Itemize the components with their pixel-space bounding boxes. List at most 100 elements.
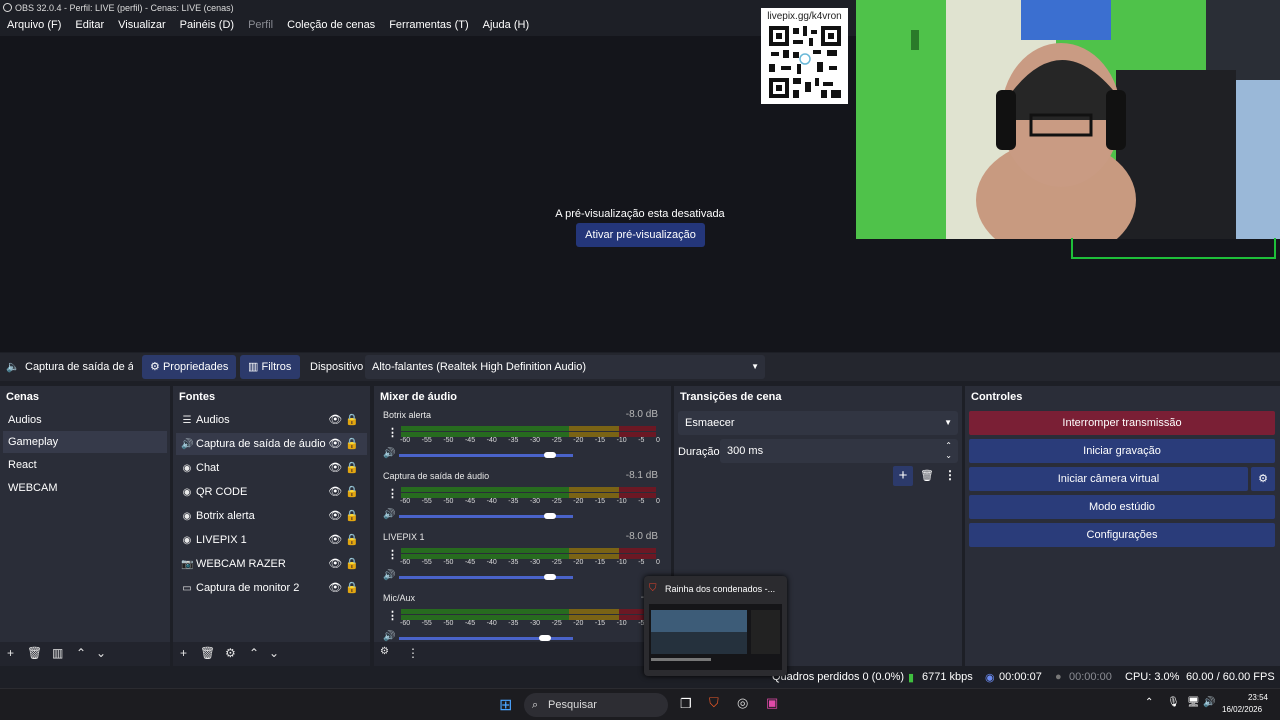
meter-tick: -30 <box>529 437 541 444</box>
app-taskbar-icon[interactable]: ▣ <box>766 695 778 711</box>
menu-ajuda[interactable]: Ajuda (H) <box>476 16 536 36</box>
eye-lock-icons[interactable]: 👁 🔒 <box>328 529 359 551</box>
trash-icon[interactable]: 🗑 <box>27 646 42 660</box>
add-icon[interactable]: + <box>7 646 14 660</box>
list-icon: ☰ <box>182 415 192 426</box>
filter-icon[interactable]: ▥ <box>52 646 63 660</box>
studio-mode-button[interactable]: Modo estúdio <box>969 495 1275 519</box>
eye-lock-icons[interactable]: 👁 🔒 <box>328 577 359 599</box>
source-item[interactable]: ◉ Chat 👁 🔒 <box>176 457 367 479</box>
meter-tick: -60 <box>400 498 411 505</box>
speaker-icon[interactable]: 🔊 <box>383 570 395 581</box>
chevron-up-icon[interactable]: ⌃ <box>1145 697 1153 708</box>
source-item[interactable]: 🔊 Captura de saída de áudio 👁 🔒 <box>176 433 367 455</box>
volume-icon[interactable]: 🔊 <box>1203 697 1215 708</box>
qr-code-overlay: livepix.gg/k4vron <box>761 8 848 104</box>
filters-label: Filtros <box>261 361 292 373</box>
spin-down-icon[interactable]: ⌄ <box>945 444 952 468</box>
mixer-channel: LIVEPIX 1 -8.0 dB ⋮ -60 -55 -50 -45 -40 -35 -30 -2… <box>378 531 662 592</box>
kebab-menu-icon[interactable]: ⋮ <box>387 609 398 622</box>
eye-lock-icons[interactable]: 👁 🔒 <box>328 457 359 479</box>
menu-visualizar[interactable]: Visualizar <box>111 16 173 36</box>
menu-editar[interactable]: Editar <box>68 16 111 36</box>
virtual-camera-settings-button[interactable]: ⚙ <box>1251 467 1275 491</box>
taskbar-date[interactable]: 16/02/2026 <box>1222 705 1262 714</box>
scene-item-react[interactable]: React <box>3 454 167 476</box>
source-item[interactable]: ◉ Botrix alerta 👁 🔒 <box>176 505 367 527</box>
speaker-icon[interactable]: 🔊 <box>383 509 395 520</box>
source-item[interactable]: ◉ LIVEPIX 1 👁 🔒 <box>176 529 367 551</box>
source-item[interactable]: 📷 WEBCAM RAZER 👁 🔒 <box>176 553 367 575</box>
settings-button[interactable]: Configurações <box>969 523 1275 547</box>
menu-colecao-cenas[interactable]: Coleção de cenas <box>280 16 382 36</box>
eye-lock-icons[interactable]: 👁 🔒 <box>328 553 359 575</box>
taskbar-time[interactable]: 23:54 <box>1240 693 1268 702</box>
meter-tick: 0 <box>655 559 660 566</box>
meter-tick: -20 <box>573 498 584 505</box>
device-select-value: Alto-falantes (Realtek High Definition A… <box>372 361 587 373</box>
taskbar-search[interactable]: ⌕ Pesquisar <box>524 693 668 717</box>
meter-tick: 0 <box>655 437 660 444</box>
kebab-menu-icon[interactable]: ⋮ <box>387 426 398 439</box>
task-view-icon[interactable]: ❐ <box>680 696 692 712</box>
obs-taskbar-icon[interactable]: ◎ <box>737 695 748 711</box>
trash-icon[interactable]: 🗑 <box>920 469 934 482</box>
gear-icon[interactable]: ⚙ <box>225 646 236 660</box>
scene-item-webcam[interactable]: WEBCAM <box>3 477 167 499</box>
add-transition-button[interactable]: + <box>893 466 913 486</box>
meter-tick: -20 <box>573 437 584 444</box>
volume-slider-handle[interactable] <box>544 574 557 580</box>
mixer-title: Mixer de áudio <box>380 391 458 403</box>
eye-lock-icons[interactable]: 👁 🔒 <box>328 433 359 455</box>
menu-paineis[interactable]: Painéis (D) <box>173 16 241 36</box>
kebab-menu-icon[interactable]: ⋮ <box>387 548 398 561</box>
device-select[interactable]: Alto-falantes (Realtek High Definition A… <box>365 355 765 379</box>
mixer-channel-name: Captura de saída de áudio <box>383 471 490 481</box>
transition-select[interactable]: Esmaecer ▼ <box>678 411 958 435</box>
scene-item-audios[interactable]: Audios <box>3 409 167 431</box>
menu-arquivo[interactable]: Arquivo (F) <box>0 16 68 36</box>
volume-slider-handle[interactable] <box>544 452 557 458</box>
network-icon[interactable]: 🖥 <box>1187 697 1200 708</box>
meter-tick: -15 <box>594 498 606 505</box>
scene-item-gameplay[interactable]: Gameplay <box>3 431 167 453</box>
source-item[interactable]: ▭ Captura de monitor 2 👁 🔒 <box>176 577 367 599</box>
qr-code-image <box>769 26 841 98</box>
search-icon: ⌕ <box>532 699 539 711</box>
meter-tick: -20 <box>573 559 584 566</box>
arrow-up-icon[interactable]: ⌃ <box>76 646 86 660</box>
webcam-frame-border <box>1071 238 1276 259</box>
brave-browser-icon[interactable]: ⛉ <box>709 695 719 711</box>
eye-lock-icons[interactable]: 👁 🔒 <box>328 481 359 503</box>
stream-time: 00:00:07 <box>999 671 1042 683</box>
add-icon[interactable]: + <box>180 646 187 660</box>
microphone-icon[interactable]: 🎙 <box>1167 697 1180 708</box>
kebab-menu-icon[interactable]: ⋮ <box>944 468 956 482</box>
speaker-icon[interactable]: 🔊 <box>383 631 395 642</box>
arrow-down-icon[interactable]: ⌄ <box>269 646 279 660</box>
volume-slider-handle[interactable] <box>539 635 552 641</box>
trash-icon[interactable]: 🗑 <box>200 646 215 660</box>
filters-button[interactable]: ▥ Filtros <box>240 355 300 379</box>
start-virtual-camera-button[interactable]: Iniciar câmera virtual <box>969 467 1248 491</box>
stop-stream-button[interactable]: Interromper transmissão <box>969 411 1275 435</box>
globe-icon: ◉ <box>182 463 192 474</box>
eye-lock-icons[interactable]: 👁 🔒 <box>328 505 359 527</box>
kebab-menu-icon[interactable]: ⋮ <box>387 487 398 500</box>
taskbar-thumbnail-popup[interactable]: ⛉ Rainha dos condenados -... <box>644 576 787 676</box>
speaker-icon[interactable]: 🔊 <box>383 448 395 459</box>
volume-slider-handle[interactable] <box>544 513 557 519</box>
source-item[interactable]: ☰ Audios 👁 🔒 <box>176 409 367 431</box>
eye-lock-icons[interactable]: 👁 🔒 <box>328 409 359 431</box>
source-item[interactable]: ◉ QR CODE 👁 🔒 <box>176 481 367 503</box>
menu-ferramentas[interactable]: Ferramentas (T) <box>382 16 475 36</box>
meter-tick: -35 <box>508 559 519 566</box>
enable-preview-button[interactable]: Ativar pré-visualização <box>576 223 705 247</box>
menu-perfil[interactable]: Perfil <box>241 16 280 36</box>
windows-start-icon[interactable]: ⊞ <box>499 695 512 715</box>
start-recording-button[interactable]: Iniciar gravação <box>969 439 1275 463</box>
duration-spinbox[interactable]: 300 ms ⌃ ⌄ <box>720 439 958 463</box>
arrow-up-icon[interactable]: ⌃ <box>249 646 259 660</box>
arrow-down-icon[interactable]: ⌄ <box>96 646 106 660</box>
properties-button[interactable]: ⚙ Propriedades <box>142 355 236 379</box>
